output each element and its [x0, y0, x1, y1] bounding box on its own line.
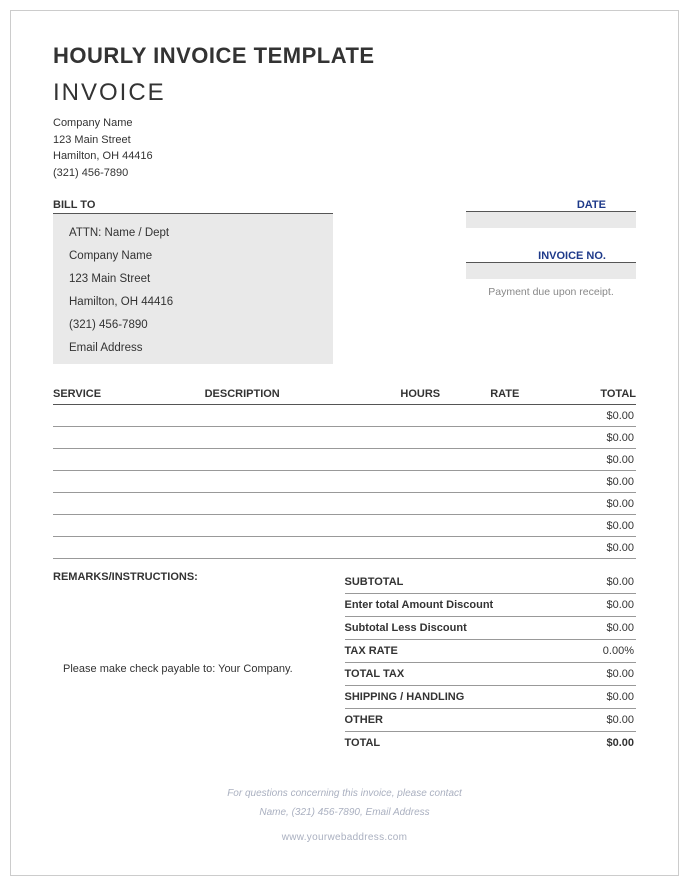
- row-total: $0.00: [549, 449, 636, 471]
- row-total: $0.00: [549, 515, 636, 537]
- total-tax-value: $0.00: [606, 668, 634, 680]
- row-total: $0.00: [549, 471, 636, 493]
- company-name: Company Name: [53, 115, 636, 132]
- table-row: $0.00: [53, 471, 636, 493]
- row-total: $0.00: [549, 537, 636, 559]
- company-citystate: Hamilton, OH 44416: [53, 148, 636, 165]
- bill-to-attn: ATTN: Name / Dept: [69, 222, 321, 245]
- table-row: $0.00: [53, 537, 636, 559]
- bill-to-company: Company Name: [69, 245, 321, 268]
- discount-value: $0.00: [606, 599, 634, 611]
- footer: For questions concerning this invoice, p…: [53, 784, 636, 847]
- invoice-page: HOURLY INVOICE TEMPLATE INVOICE Company …: [10, 10, 679, 876]
- shipping-value: $0.00: [606, 691, 634, 703]
- footer-line1: For questions concerning this invoice, p…: [53, 784, 636, 803]
- tax-rate-value: 0.00%: [603, 645, 634, 657]
- shipping-label: SHIPPING / HANDLING: [345, 691, 465, 703]
- bill-to-street: 123 Main Street: [69, 268, 321, 291]
- tax-rate-label: TAX RATE: [345, 645, 398, 657]
- company-info: Company Name 123 Main Street Hamilton, O…: [53, 115, 636, 181]
- total-label: TOTAL: [345, 737, 381, 749]
- company-phone: (321) 456-7890: [53, 165, 636, 182]
- company-street: 123 Main Street: [53, 132, 636, 149]
- bill-to-email: Email Address: [69, 337, 321, 360]
- table-row: $0.00: [53, 515, 636, 537]
- subtotal-label: SUBTOTAL: [345, 576, 404, 588]
- th-total: TOTAL: [549, 384, 636, 405]
- footer-web: www.yourwebaddress.com: [53, 828, 636, 847]
- bill-to-citystate: Hamilton, OH 44416: [69, 291, 321, 314]
- table-row: $0.00: [53, 493, 636, 515]
- th-description: DESCRIPTION: [205, 384, 380, 405]
- other-value: $0.00: [606, 714, 634, 726]
- total-tax-label: TOTAL TAX: [345, 668, 405, 680]
- invoice-heading: INVOICE: [53, 79, 636, 107]
- less-discount-value: $0.00: [606, 622, 634, 634]
- row-total: $0.00: [549, 493, 636, 515]
- payable-note: Please make check payable to: Your Compa…: [53, 663, 345, 675]
- table-row: $0.00: [53, 449, 636, 471]
- table-row: $0.00: [53, 405, 636, 427]
- th-service: SERVICE: [53, 384, 205, 405]
- date-label: DATE: [466, 199, 636, 212]
- page-title: HOURLY INVOICE TEMPLATE: [53, 43, 636, 69]
- totals-block: SUBTOTAL $0.00 Enter total Amount Discoun…: [345, 571, 637, 754]
- payment-note: Payment due upon receipt.: [466, 285, 636, 300]
- table-row: $0.00: [53, 427, 636, 449]
- discount-label: Enter total Amount Discount: [345, 599, 494, 611]
- date-field[interactable]: [466, 212, 636, 228]
- bill-to-phone: (321) 456-7890: [69, 314, 321, 337]
- remarks-label: REMARKS/INSTRUCTIONS:: [53, 571, 345, 583]
- subtotal-value: $0.00: [606, 576, 634, 588]
- bill-to-box: ATTN: Name / Dept Company Name 123 Main …: [53, 213, 333, 364]
- footer-line2: Name, (321) 456-7890, Email Address: [53, 803, 636, 822]
- services-table: SERVICE DESCRIPTION HOURS RATE TOTAL $0.…: [53, 384, 636, 559]
- other-label: OTHER: [345, 714, 384, 726]
- bill-to-label: BILL TO: [53, 199, 333, 211]
- row-total: $0.00: [549, 405, 636, 427]
- th-rate: RATE: [461, 384, 548, 405]
- row-total: $0.00: [549, 427, 636, 449]
- invoice-no-field[interactable]: [466, 263, 636, 279]
- invoice-no-label: INVOICE NO.: [466, 250, 636, 263]
- th-hours: HOURS: [379, 384, 461, 405]
- total-value: $0.00: [606, 737, 634, 749]
- less-discount-label: Subtotal Less Discount: [345, 622, 467, 634]
